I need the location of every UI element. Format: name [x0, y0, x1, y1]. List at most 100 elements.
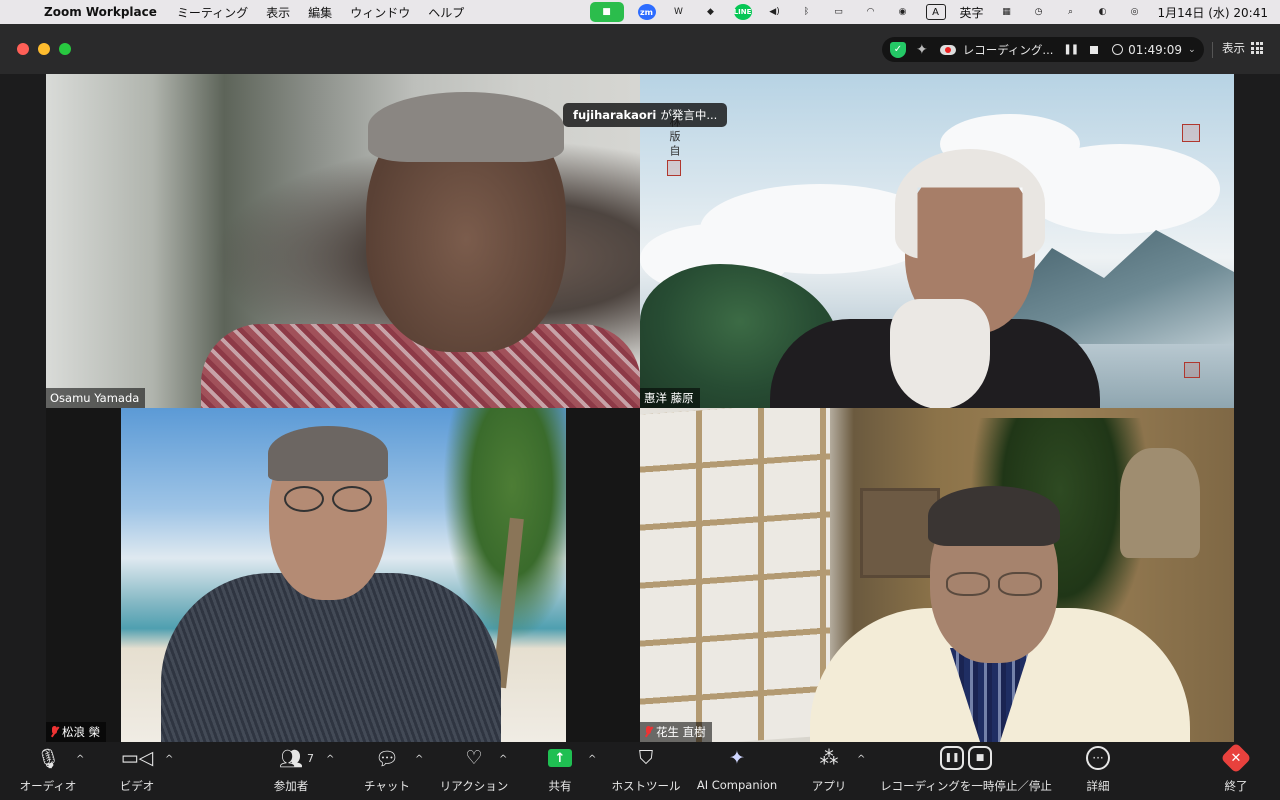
end-meeting-button[interactable]: ✕ 終了	[1220, 742, 1252, 800]
spotlight-search-icon[interactable]: ⌕	[1062, 4, 1080, 20]
cloud-recording-icon	[939, 44, 956, 55]
more-ellipsis-icon: ···	[1086, 742, 1110, 774]
siri-icon[interactable]: ◎	[1126, 4, 1144, 20]
video-tile-osamu-yamada[interactable]: Osamu Yamada	[46, 74, 640, 408]
share-screen-icon: ↑	[548, 742, 572, 774]
app-menu-zoom[interactable]: Zoom Workplace	[44, 5, 157, 19]
background-wall-mask	[1120, 448, 1200, 558]
background-shoji-screen	[640, 408, 830, 742]
active-speaker-suffix: が発言中...	[660, 108, 718, 122]
participant-video-hair	[368, 92, 564, 162]
background-cloud	[1020, 144, 1220, 234]
menu-meeting[interactable]: ミーティング	[177, 4, 248, 21]
participants-options-caret-icon[interactable]: ^	[326, 754, 334, 765]
pause-recording-icon[interactable]: ❚❚	[1063, 44, 1079, 55]
participants-count: 7	[307, 752, 314, 765]
video-tile-matsunami-sakae[interactable]: 松浪 榮	[46, 408, 640, 742]
pause-icon[interactable]: ❚❚	[940, 746, 964, 770]
participant-name-tag: 惠洋 藤原	[640, 388, 700, 408]
keyboard-icon[interactable]: ▦	[998, 4, 1016, 20]
zoom-video-status-icon[interactable]: ■	[589, 2, 624, 22]
security-shield-icon[interactable]: ✓	[890, 41, 906, 58]
chevron-down-icon[interactable]: ⌄	[1188, 45, 1196, 55]
participant-name: 惠洋 藤原	[644, 391, 694, 405]
mic-muted-icon	[644, 726, 653, 738]
menu-help[interactable]: ヘルプ	[428, 4, 464, 21]
recording-controls-label: レコーディングを一時停止／停止	[880, 779, 1052, 793]
meeting-status-pill: ✓ ✦ レコーディング... ❚❚ 01:49:09 ⌄	[882, 37, 1204, 62]
background-seal-stamp	[667, 160, 681, 176]
bluetooth-icon[interactable]: ᛒ	[798, 4, 816, 20]
control-center-icon[interactable]: ◐	[1094, 4, 1112, 20]
recording-controls-button[interactable]: ❚❚ ■ レコーディングを一時停止／停止	[880, 742, 1052, 800]
audio-button[interactable]: 🎙︎ オーディオ	[18, 742, 78, 800]
user-account-icon[interactable]: ◉	[894, 4, 912, 20]
macos-menubar: Zoom Workplace ミーティング 表示 編集 ウィンドウ ヘルプ ■ …	[0, 0, 1280, 24]
chat-button-label: チャット	[364, 779, 410, 793]
participant-name: Osamu Yamada	[50, 391, 140, 405]
participant-video-glasses	[276, 486, 380, 512]
menu-view[interactable]: 表示	[266, 4, 290, 21]
volume-icon[interactable]: ◀)	[766, 4, 784, 20]
video-options-caret-icon[interactable]: ^	[165, 754, 173, 765]
background-seal-stamp	[1182, 124, 1200, 142]
minimize-window-button[interactable]	[38, 43, 50, 55]
reactions-button[interactable]: ♡ リアクション	[440, 742, 508, 800]
apps-button[interactable]: ⁂ アプリ	[810, 742, 848, 800]
chat-button[interactable]: 💬︎ チャット	[362, 742, 412, 800]
input-mode-label[interactable]: 英字	[960, 4, 984, 21]
time-machine-icon[interactable]: ◷	[1030, 4, 1048, 20]
mic-muted-icon	[50, 726, 59, 738]
stop-icon[interactable]: ■	[968, 746, 992, 770]
stop-recording-icon[interactable]	[1090, 45, 1099, 54]
dropbox-tray-icon[interactable]: ◆	[702, 4, 720, 20]
ai-companion-status-icon[interactable]: ✦	[916, 42, 928, 58]
menu-window[interactable]: ウィンドウ	[350, 4, 410, 21]
video-tile-keiyo-fujiwara[interactable]: 林 版 自 惠洋 藤原	[640, 74, 1234, 408]
battery-icon[interactable]: ▭	[830, 4, 848, 20]
share-button[interactable]: ↑ 共有	[540, 742, 580, 800]
fullscreen-window-button[interactable]	[59, 43, 71, 55]
input-mode-key-icon[interactable]: A	[925, 4, 946, 20]
participants-button-label: 参加者	[273, 779, 309, 793]
host-shield-icon: ⛉	[638, 747, 654, 769]
share-options-caret-icon[interactable]: ^	[588, 754, 596, 765]
audio-options-caret-icon[interactable]: ^	[76, 754, 84, 765]
close-window-button[interactable]	[17, 43, 29, 55]
line-tray-icon[interactable]: LINE	[733, 4, 752, 20]
share-button-label: 共有	[548, 779, 572, 793]
background-seal-stamp	[1184, 362, 1200, 378]
video-button-label: ビデオ	[119, 779, 155, 793]
wifi-icon[interactable]: ◠	[862, 4, 880, 20]
zoom-meeting-window: ✓ ✦ レコーディング... ❚❚ 01:49:09 ⌄ 表示 Osamu Ya…	[0, 24, 1280, 800]
reactions-button-label: リアクション	[439, 779, 509, 793]
end-meeting-label: 終了	[1224, 779, 1248, 793]
view-button[interactable]: 表示	[1222, 40, 1263, 56]
reactions-options-caret-icon[interactable]: ^	[499, 754, 507, 765]
menubar-datetime[interactable]: 1月14日 (水) 20:41	[1158, 4, 1268, 21]
active-speaker-name: fujiharakaori	[573, 108, 657, 122]
apps-options-caret-icon[interactable]: ^	[857, 754, 865, 765]
host-tools-button-label: ホストツール	[611, 779, 681, 793]
ai-companion-button[interactable]: ✦ AI Companion	[697, 742, 777, 800]
participant-video-glasses	[940, 572, 1048, 596]
chat-options-caret-icon[interactable]: ^	[415, 754, 423, 765]
apps-grid-icon: ⁂	[819, 747, 839, 769]
view-button-label: 表示	[1222, 41, 1245, 55]
participant-name-tag: 松浪 榮	[46, 722, 107, 742]
video-tile-hanaoi-naoki[interactable]: 花生 直樹	[640, 408, 1234, 742]
participant-name: 花生 直樹	[656, 725, 706, 739]
menubar-tray: ■ zm W ◆ LINE ◀) ᛒ ▭ ◠ ◉ A 英字 ▦ ◷ ⌕ ◐ ◎ …	[589, 0, 1268, 24]
menu-edit[interactable]: 編集	[308, 4, 332, 21]
clock-icon	[1112, 44, 1124, 55]
active-speaker-banner: fujiharakaori が発言中...	[563, 103, 728, 127]
participant-name-tag: 花生 直樹	[640, 722, 712, 742]
zoom-tray-icon[interactable]: zm	[637, 4, 656, 20]
webex-tray-icon[interactable]: W	[670, 4, 688, 20]
video-button[interactable]: ▭◁ ビデオ	[112, 742, 162, 800]
host-tools-button[interactable]: ⛉ ホストツール	[611, 742, 681, 800]
more-button[interactable]: ··· 詳細	[1084, 742, 1112, 800]
participants-button[interactable]: 👥︎ 参加者	[270, 742, 312, 800]
more-button-label: 詳細	[1086, 779, 1110, 793]
participant-name: 松浪 榮	[62, 725, 101, 739]
